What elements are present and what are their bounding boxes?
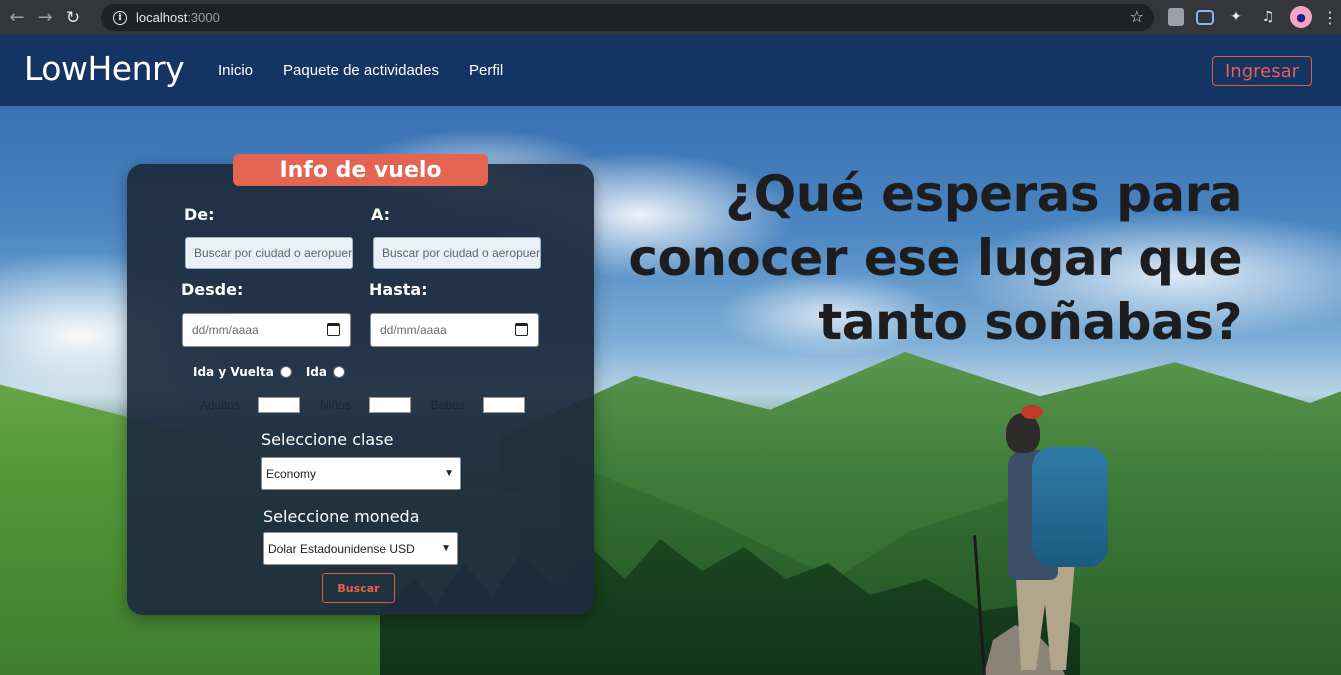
- login-button[interactable]: Ingresar: [1212, 56, 1312, 86]
- forward-icon[interactable]: →: [34, 7, 56, 29]
- date-placeholder: dd/mm/aaaa: [192, 323, 259, 337]
- return-date-input[interactable]: dd/mm/aaaa: [370, 313, 539, 347]
- adults-label: Adultos: [200, 398, 241, 412]
- hiker-backpack: [1032, 447, 1108, 567]
- currency-select-value: Dolar Estadounidense USD: [268, 541, 415, 556]
- calendar-icon[interactable]: [515, 323, 528, 336]
- hiker-head: [1006, 413, 1040, 453]
- chevron-down-icon: ▼: [441, 543, 451, 554]
- nav-link-paquete[interactable]: Paquete de actividades: [283, 62, 439, 79]
- hero-headline: ¿Qué esperas para conocer ese lugar que …: [622, 162, 1242, 354]
- headline-line: conocer ese lugar que: [628, 229, 1242, 287]
- back-icon[interactable]: ←: [6, 7, 28, 29]
- calendar-icon[interactable]: [327, 323, 340, 336]
- extension-icon[interactable]: [1168, 8, 1184, 26]
- profile-avatar[interactable]: ●: [1290, 6, 1312, 28]
- page: LowHenry Inicio Paquete de actividades P…: [0, 35, 1341, 675]
- currency-select[interactable]: Dolar Estadounidense USD ▼: [263, 532, 458, 565]
- from-label: De:: [184, 205, 215, 224]
- brand-logo[interactable]: LowHenry: [24, 49, 185, 88]
- round-trip-radio[interactable]: [279, 366, 292, 378]
- url-text: localhost:3000: [136, 10, 220, 25]
- one-way-radio[interactable]: [332, 366, 345, 378]
- media-control-icon[interactable]: ♫: [1258, 7, 1278, 27]
- kebab-menu-icon[interactable]: ⋮: [1322, 8, 1338, 27]
- chevron-down-icon: ▼: [444, 468, 454, 479]
- hiker-hat: [1021, 405, 1043, 419]
- trip-type-group: Ida y Vuelta Ida: [193, 365, 353, 379]
- one-way-label: Ida: [305, 365, 327, 379]
- headline-line: tanto soñabas?: [818, 293, 1242, 351]
- nav-link-inicio[interactable]: Inicio: [218, 62, 253, 79]
- headline-line: ¿Qué esperas para: [725, 165, 1242, 223]
- class-label: Seleccione clase: [261, 430, 394, 449]
- children-input[interactable]: [368, 397, 411, 413]
- address-bar[interactable]: i localhost:3000 ☆: [101, 4, 1154, 31]
- currency-label: Seleccione moneda: [263, 507, 420, 526]
- round-trip-label: Ida y Vuelta: [193, 365, 274, 379]
- nav-links: Inicio Paquete de actividades Perfil: [218, 62, 503, 79]
- infants-label: Bebes: [430, 398, 465, 412]
- depart-label: Desde:: [181, 280, 244, 299]
- from-input[interactable]: Buscar por ciudad o aeropuerto: [185, 237, 353, 269]
- site-navbar: LowHenry Inicio Paquete de actividades P…: [0, 35, 1341, 106]
- infants-input[interactable]: [482, 397, 525, 413]
- to-input[interactable]: Buscar por ciudad o aeropuerto: [373, 237, 541, 269]
- return-label: Hasta:: [369, 280, 428, 299]
- nav-link-perfil[interactable]: Perfil: [469, 62, 503, 79]
- class-select[interactable]: Economy ▼: [261, 457, 461, 490]
- date-placeholder: dd/mm/aaaa: [380, 323, 447, 337]
- children-label: Niños: [320, 398, 351, 412]
- reload-icon[interactable]: ↻: [62, 7, 84, 29]
- class-select-value: Economy: [266, 466, 317, 481]
- extension-icon[interactable]: [1196, 9, 1214, 25]
- puzzle-icon[interactable]: ✦: [1226, 7, 1246, 27]
- info-icon[interactable]: i: [113, 10, 127, 25]
- adults-input[interactable]: [258, 397, 301, 413]
- bookmark-star-icon[interactable]: ☆: [1130, 7, 1144, 26]
- passenger-row: Adultos Niños Bebes: [200, 397, 545, 413]
- depart-date-input[interactable]: dd/mm/aaaa: [182, 313, 351, 347]
- to-label: A:: [371, 205, 391, 224]
- browser-toolbar: ← → ↻ i localhost:3000 ☆ ✦ ♫ ● ⋮: [0, 0, 1341, 35]
- flight-form-title: Info de vuelo: [233, 154, 488, 186]
- search-button[interactable]: Buscar: [322, 573, 395, 603]
